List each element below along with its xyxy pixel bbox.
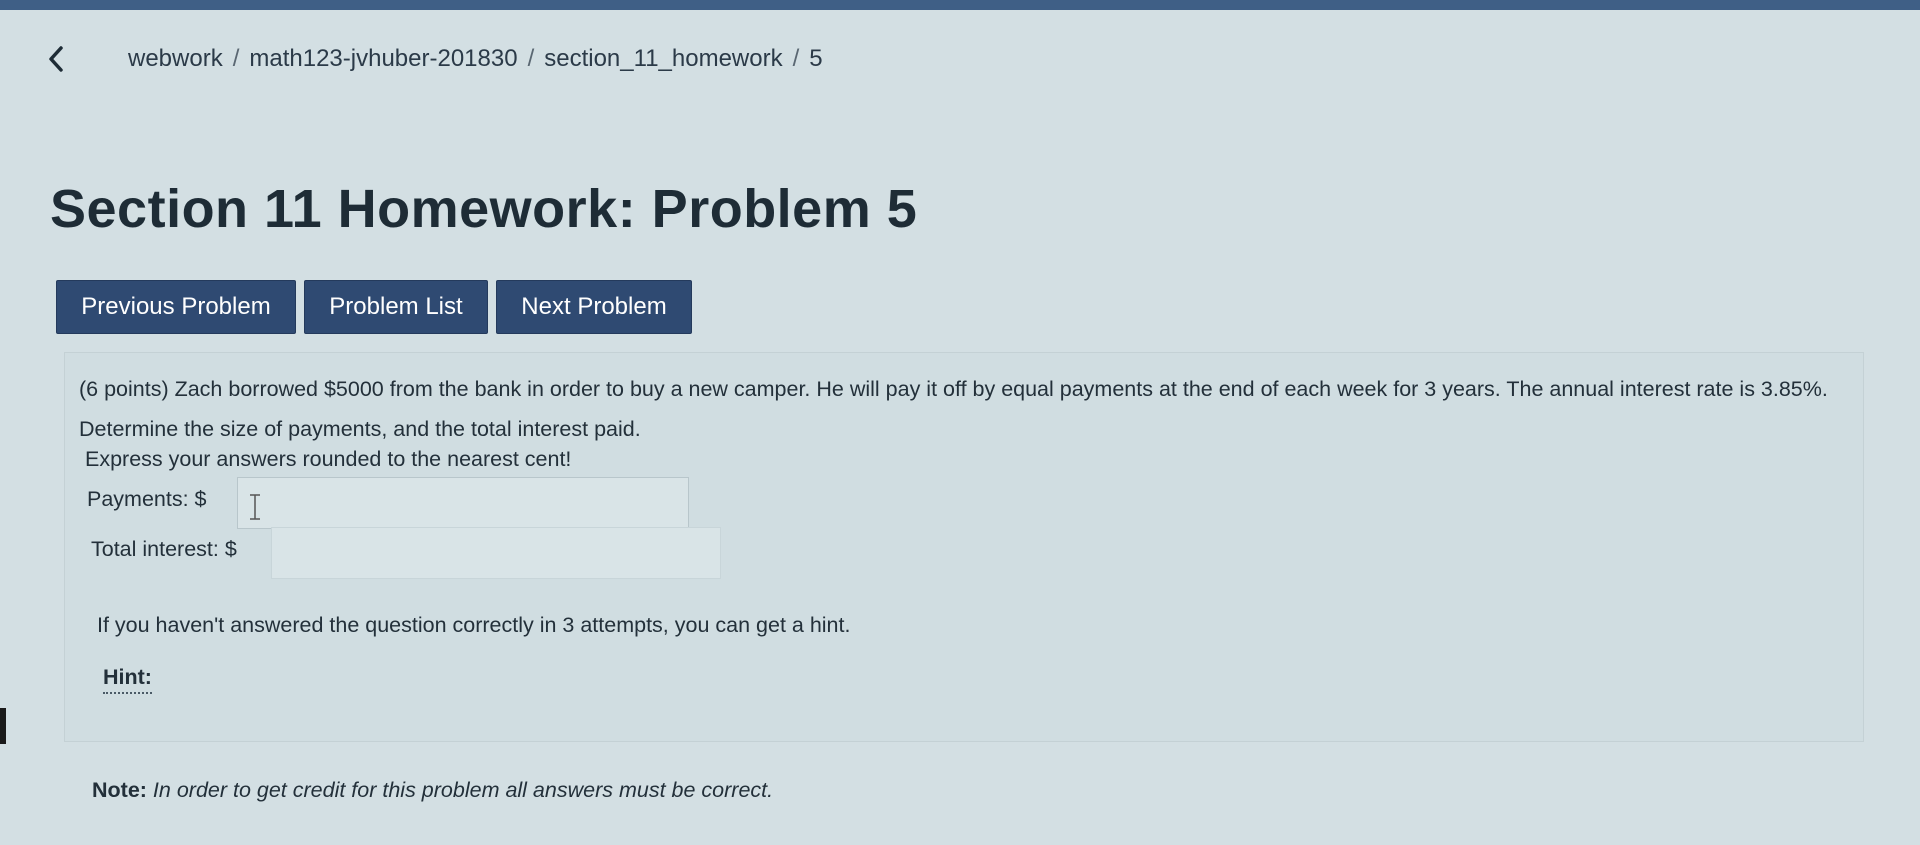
note-text: In order to get credit for this problem … (152, 778, 774, 802)
previous-problem-button[interactable]: Previous Problem (56, 280, 296, 334)
payments-label: Payments: $ (87, 487, 207, 511)
note: Note: In order to get credit for this pr… (92, 778, 773, 803)
breadcrumb-separator: / (527, 45, 535, 72)
problem-body: (6 points) Zach borrowed $5000 from the … (64, 352, 1864, 742)
payments-input[interactable] (237, 477, 689, 529)
breadcrumb-separator: / (792, 45, 800, 72)
page-title: Section 11 Homework: Problem 5 (50, 179, 918, 239)
note-label: Note: (92, 778, 147, 802)
problem-list-button[interactable]: Problem List (304, 280, 488, 334)
left-edge-marker (0, 708, 6, 744)
hint-message: If you haven't answered the question cor… (97, 613, 851, 637)
problem-statement: (6 points) Zach borrowed $5000 from the … (79, 377, 1828, 441)
total-interest-input[interactable] (271, 527, 721, 579)
problem-nav: Previous Problem Problem List Next Probl… (56, 280, 692, 334)
breadcrumb: webwork / math123-jvhuber-201830 / secti… (48, 44, 823, 74)
breadcrumb-item-course[interactable]: math123-jvhuber-201830 (249, 45, 517, 73)
breadcrumb-item-set[interactable]: section_11_homework (544, 45, 782, 73)
chevron-left-icon[interactable] (48, 44, 88, 74)
problem-instructions: Express your answers rounded to the near… (85, 447, 572, 471)
total-interest-label: Total interest: $ (91, 537, 237, 561)
breadcrumb-separator: / (232, 45, 240, 72)
next-problem-button[interactable]: Next Problem (496, 280, 692, 334)
breadcrumb-item-problem: 5 (809, 45, 823, 72)
hint-toggle[interactable]: Hint: (103, 665, 152, 694)
breadcrumb-item-webwork[interactable]: webwork (128, 45, 223, 73)
top-bar (0, 0, 1920, 10)
